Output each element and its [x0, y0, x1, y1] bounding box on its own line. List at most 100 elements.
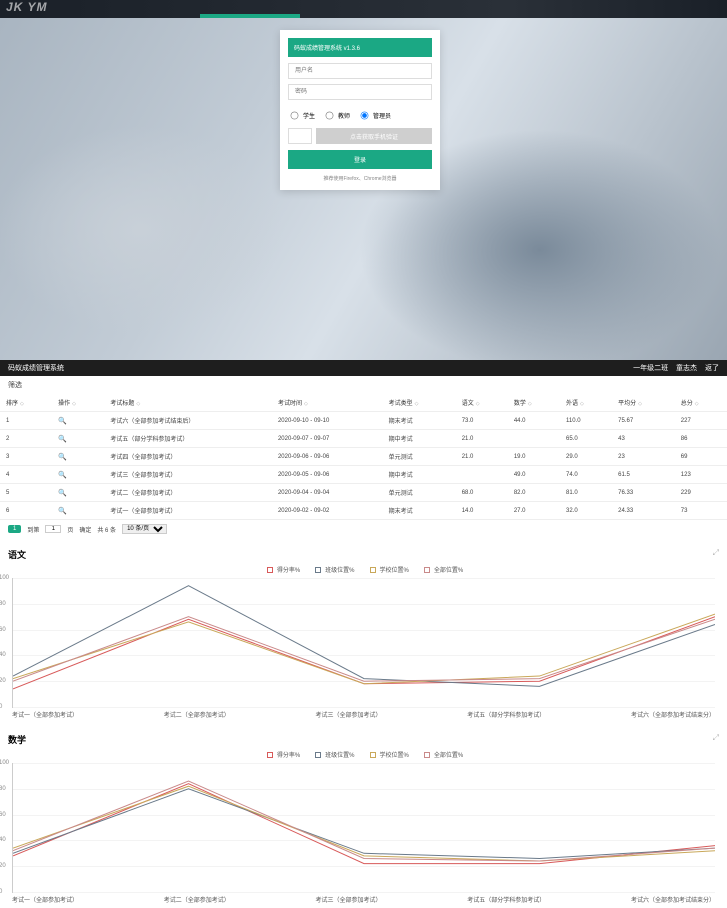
captcha-row: 点击获取手机验证 [288, 128, 432, 144]
chart-legend: 得分率% 班级位置% 学校位置% 全部位置% [8, 750, 719, 759]
captcha-input[interactable] [288, 128, 312, 144]
login-title: 码蚁成绩管理系统 v1.3.6 [288, 38, 432, 57]
legend-swatch [421, 569, 431, 570]
y-axis-label: 100 [0, 575, 9, 581]
legend-swatch [367, 569, 377, 570]
system-title: 码蚁成绩管理系统 [8, 363, 64, 373]
x-axis-label: 考试六（全部参加考试结束分） [631, 895, 715, 904]
table-cell: 3 [0, 448, 52, 466]
goto-confirm[interactable]: 确定 [79, 525, 91, 534]
y-axis-label: 40 [0, 652, 6, 658]
captcha-button[interactable]: 点击获取手机验证 [316, 128, 432, 144]
table-cell: 73.0 [456, 412, 508, 430]
legend-item[interactable]: 得分率% [264, 565, 300, 574]
magnify-icon[interactable]: 🔍 [58, 490, 67, 497]
table-cell: 82.0 [508, 484, 560, 502]
current-class: 一年级二班 [633, 365, 668, 372]
table-cell: 65.0 [560, 430, 612, 448]
chart-canvas: 020406080100 [12, 763, 715, 893]
login-button[interactable]: 登录 [288, 150, 432, 169]
legend-item[interactable]: 学校位置% [367, 565, 409, 574]
legend-swatch [312, 754, 322, 755]
table-header-cell[interactable]: 考试时间◇ [272, 394, 383, 412]
table-cell: 227 [675, 412, 727, 430]
table-cell: 考试二（全部参加考试） [104, 484, 272, 502]
legend-swatch [264, 754, 274, 755]
table-cell: 229 [675, 484, 727, 502]
table-header-cell[interactable]: 总分◇ [675, 394, 727, 412]
page-current[interactable]: 1 [8, 525, 21, 533]
legend-item[interactable]: 全部位置% [421, 750, 463, 759]
table-cell: 🔍 [52, 484, 104, 502]
table-cell: 75.67 [612, 412, 675, 430]
legend-label: 得分率% [277, 750, 300, 759]
magnify-icon[interactable]: 🔍 [58, 472, 67, 479]
table-cell: 考试六（全部参加考试结束后） [104, 412, 272, 430]
chart-canvas: 020406080100 [12, 578, 715, 708]
role-student-label: 学生 [303, 111, 315, 120]
magnify-icon[interactable]: 🔍 [58, 454, 67, 461]
role-student-radio[interactable]: 学生 [288, 109, 315, 122]
table-cell: 43 [612, 430, 675, 448]
login-note: 推荐使用Firefox、Chrome浏览器 [288, 175, 432, 182]
table-cell: 🔍 [52, 412, 104, 430]
expand-icon[interactable]: ⤢ [713, 548, 719, 558]
login-card: 码蚁成绩管理系统 v1.3.6 学生 教师 管理员 点击获取手机验证 登录 推荐… [280, 30, 440, 190]
table-header-cell[interactable]: 考试标题◇ [104, 394, 272, 412]
page-size-select[interactable]: 10 条/页 [122, 524, 167, 534]
table-cell: 2020-09-04 - 09-04 [272, 484, 383, 502]
role-radio-group: 学生 教师 管理员 [288, 109, 432, 122]
legend-swatch [367, 754, 377, 755]
back-link[interactable]: 返了 [705, 365, 719, 372]
table-row: 5🔍考试二（全部参加考试）2020-09-04 - 09-04单元测试68.08… [0, 484, 727, 502]
password-input[interactable] [288, 84, 432, 100]
table-cell: 5 [0, 484, 52, 502]
y-axis-label: 0 [0, 704, 2, 710]
table-header-cell[interactable]: 考试类型◇ [383, 394, 456, 412]
chart-block-chinese: 语文 ⤢ 得分率%班级位置%学校位置%全部位置% 020406080100 考试… [0, 538, 727, 723]
table-cell: 期末考试 [383, 412, 456, 430]
table-row: 6🔍考试一（全部参加考试）2020-09-02 - 09-02期末考试14.02… [0, 502, 727, 520]
table-cell: 23 [612, 448, 675, 466]
table-cell: 4 [0, 466, 52, 484]
chart-block-math: 数学 ⤢ 得分率%班级位置%学校位置%全部位置% 020406080100 考试… [0, 723, 727, 908]
table-cell: 19.0 [508, 448, 560, 466]
legend-item[interactable]: 学校位置% [367, 750, 409, 759]
table-header-cell[interactable]: 操作◇ [52, 394, 104, 412]
table-header-cell[interactable]: 语文◇ [456, 394, 508, 412]
x-axis-label: 考试一（全部参加考试） [12, 710, 78, 719]
magnify-icon[interactable]: 🔍 [58, 508, 67, 515]
magnify-icon[interactable]: 🔍 [58, 436, 67, 443]
table-row: 4🔍考试三（全部参加考试）2020-09-05 - 09-06期中考试49.07… [0, 466, 727, 484]
legend-item[interactable]: 全部位置% [421, 565, 463, 574]
table-cell: 86 [675, 430, 727, 448]
magnify-icon[interactable]: 🔍 [58, 418, 67, 425]
role-admin-radio[interactable]: 管理员 [358, 109, 391, 122]
table-header-cell[interactable]: 排序◇ [0, 394, 52, 412]
table-cell: 1 [0, 412, 52, 430]
hero-topbar [0, 0, 727, 18]
table-cell: 69 [675, 448, 727, 466]
table-header-cell[interactable]: 数学◇ [508, 394, 560, 412]
legend-item[interactable]: 班级位置% [312, 750, 354, 759]
table-cell: 考试四（全部参加考试） [104, 448, 272, 466]
table-header-cell[interactable]: 外语◇ [560, 394, 612, 412]
y-axis-label: 60 [0, 627, 6, 633]
legend-item[interactable]: 得分率% [264, 750, 300, 759]
goto-page-input[interactable] [45, 525, 61, 533]
x-axis-label: 考试一（全部参加考试） [12, 895, 78, 904]
expand-icon[interactable]: ⤢ [713, 733, 719, 743]
x-axis-label: 考试二（全部参加考试） [164, 895, 230, 904]
table-cell: 49.0 [508, 466, 560, 484]
table-row: 3🔍考试四（全部参加考试）2020-09-06 - 09-06单元测试21.01… [0, 448, 727, 466]
x-axis-label: 考试六（全部参加考试结束分） [631, 710, 715, 719]
legend-item[interactable]: 班级位置% [312, 565, 354, 574]
table-cell: 27.0 [508, 502, 560, 520]
username-input[interactable] [288, 63, 432, 79]
table-cell: 2020-09-06 - 09-06 [272, 448, 383, 466]
table-header-cell[interactable]: 平均分◇ [612, 394, 675, 412]
system-header-right: 一年级二班 童志杰 返了 [627, 363, 719, 373]
y-axis-label: 80 [0, 601, 6, 607]
legend-label: 学校位置% [380, 565, 409, 574]
role-teacher-radio[interactable]: 教师 [323, 109, 350, 122]
